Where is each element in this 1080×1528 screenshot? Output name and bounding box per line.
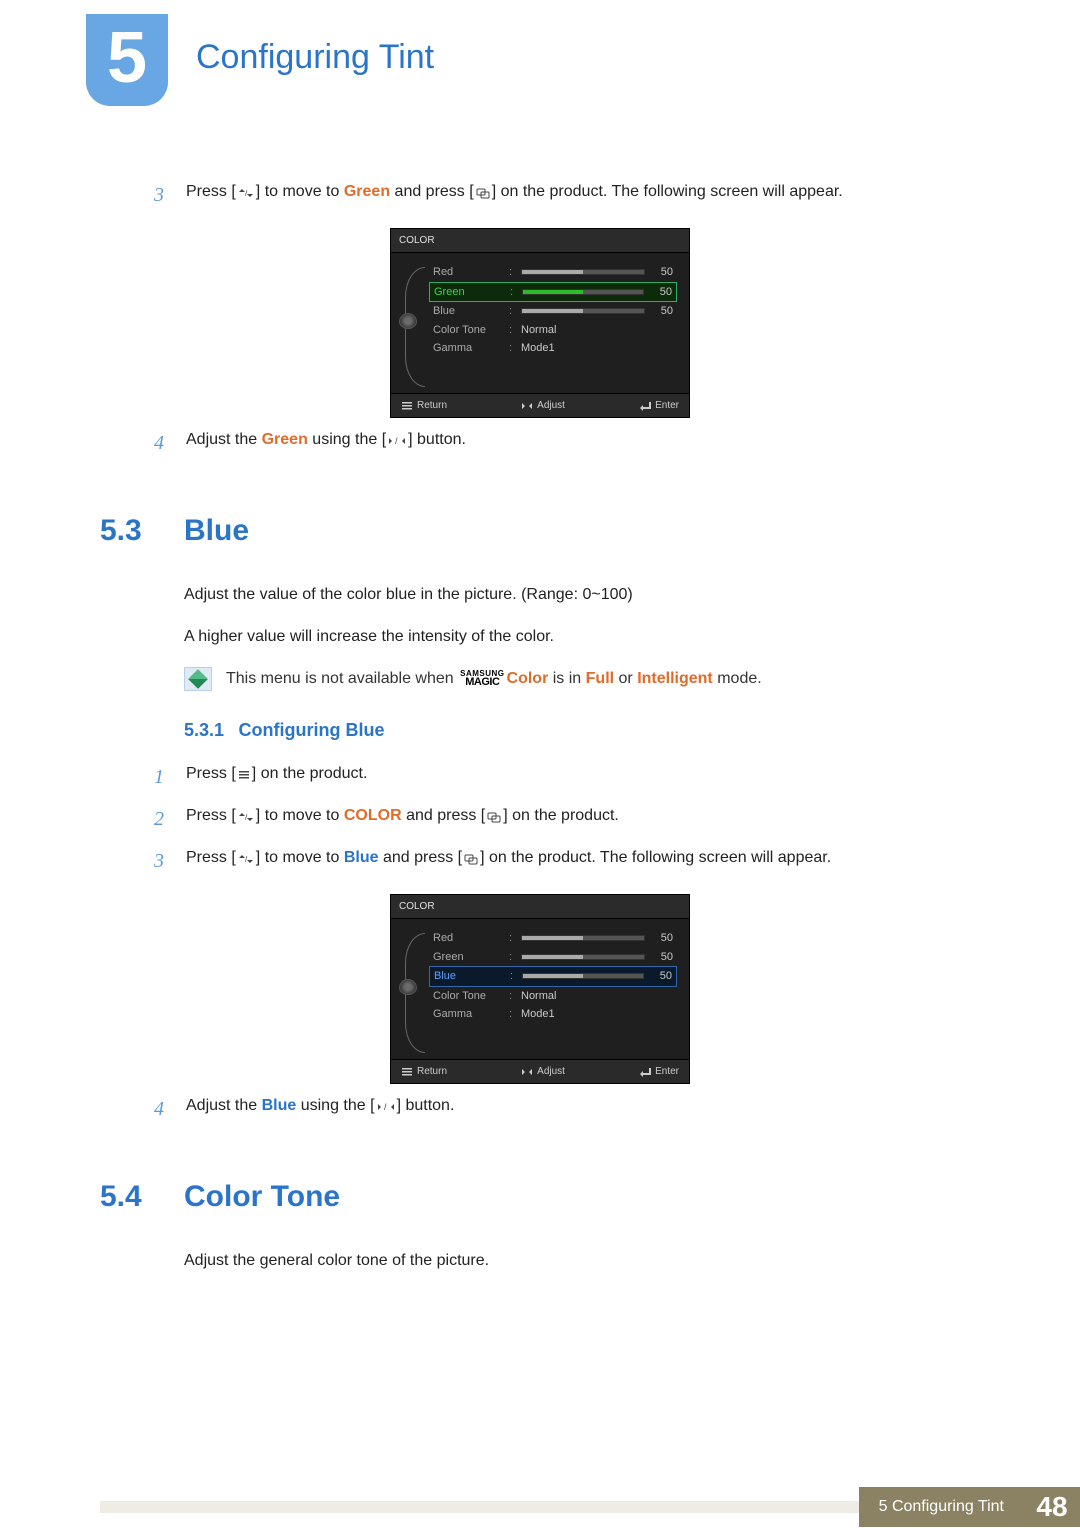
menu-bars-icon [236, 767, 252, 781]
osd-enter: Enter [639, 398, 679, 413]
step-row: 3 Press [/] to move to Green and press [… [126, 180, 980, 210]
enter-icon [474, 185, 492, 199]
pencil-icon [188, 669, 208, 689]
svg-text:/: / [245, 813, 248, 822]
osd-bar [521, 269, 645, 275]
body-text: Adjust the general color tone of the pic… [184, 1249, 980, 1273]
osd-row-blue: Blue : 50 [429, 302, 677, 321]
osd-row-blue: Blue : 50 [429, 966, 677, 987]
osd-bar [521, 308, 645, 314]
enter-icon [485, 809, 503, 823]
palette-icon [399, 979, 417, 995]
chapter-number: 5 [86, 14, 168, 94]
osd-row-gamma: Gamma : Mode1 [429, 1005, 677, 1024]
step-number: 3 [126, 180, 186, 210]
osd-return: Return [401, 1064, 447, 1079]
updown-icon: / [236, 851, 256, 865]
osd-adjust: Adjust [521, 398, 565, 413]
samsung-magic-logo: SAMSUNGMAGIC [460, 671, 504, 686]
page-footer: 5 Configuring Tint 48 [0, 1487, 1080, 1527]
green-word: Green [262, 431, 308, 448]
svg-text:/: / [384, 1102, 387, 1112]
step-row: 1 Press [] on the product. [126, 762, 980, 792]
updown-icon: / [236, 809, 256, 823]
section-heading-color-tone: 5.4 Color Tone [100, 1174, 980, 1219]
note-icon [184, 667, 212, 691]
step-row: 4 Adjust the Blue using the [/] button. [126, 1094, 980, 1124]
osd-row-red: Red : 50 [429, 263, 677, 282]
osd-bar [522, 973, 644, 979]
osd-row-color-tone: Color Tone : Normal [429, 987, 677, 1006]
osd-bar [522, 289, 644, 295]
osd-row-green: Green : 50 [429, 282, 677, 303]
leftright-icon [521, 1067, 533, 1077]
leftright-icon [521, 401, 533, 411]
palette-icon [399, 313, 417, 329]
step-row: 3 Press [/] to move to Blue and press []… [126, 846, 980, 876]
leftright-icon: / [375, 1099, 397, 1113]
step-text: Adjust the Green using the [/] button. [186, 428, 980, 458]
body-text: Adjust the value of the color blue in th… [184, 583, 980, 607]
footer-bar [100, 1501, 859, 1513]
svg-text:/: / [245, 855, 248, 864]
osd-adjust: Adjust [521, 1064, 565, 1079]
osd-panel-blue: COLOR Red : 50 Green : [390, 894, 690, 1084]
osd-bar [521, 954, 645, 960]
enter-arrow-icon [639, 401, 651, 411]
subsection-heading: 5.3.1 Configuring Blue [184, 717, 980, 744]
footer-page-number: 48 [1024, 1487, 1080, 1527]
enter-icon [462, 851, 480, 865]
osd-row-red: Red : 50 [429, 929, 677, 948]
svg-text:/: / [245, 189, 248, 198]
note-text: This menu is not available when SAMSUNGM… [226, 667, 762, 691]
osd-title: COLOR [391, 229, 689, 253]
chapter-title: Configuring Tint [196, 32, 434, 83]
enter-arrow-icon [639, 1067, 651, 1077]
osd-row-gamma: Gamma : Mode1 [429, 339, 677, 358]
osd-row-color-tone: Color Tone : Normal [429, 321, 677, 340]
leftright-icon: / [386, 433, 408, 447]
footer-label: 5 Configuring Tint [859, 1487, 1024, 1527]
updown-icon: / [236, 185, 256, 199]
menu-bars-icon [401, 1067, 413, 1077]
menu-bars-icon [401, 401, 413, 411]
note-row: This menu is not available when SAMSUNGM… [184, 667, 980, 691]
osd-panel-green: COLOR Red : 50 Green : [390, 228, 690, 418]
body-text: A higher value will increase the intensi… [184, 625, 980, 649]
osd-enter: Enter [639, 1064, 679, 1079]
osd-bar [521, 935, 645, 941]
step-number: 4 [126, 428, 186, 458]
chapter-tab: 5 [86, 14, 168, 106]
osd-return: Return [401, 398, 447, 413]
osd-title: COLOR [391, 895, 689, 919]
osd-row-green: Green : 50 [429, 948, 677, 967]
step-row: 4 Adjust the Green using the [/] button. [126, 428, 980, 458]
svg-text:/: / [395, 436, 398, 446]
section-heading-blue: 5.3 Blue [100, 508, 980, 553]
green-word: Green [344, 183, 390, 200]
step-text: Press [/] to move to Green and press [] … [186, 180, 980, 210]
step-row: 2 Press [/] to move to COLOR and press [… [126, 804, 980, 834]
